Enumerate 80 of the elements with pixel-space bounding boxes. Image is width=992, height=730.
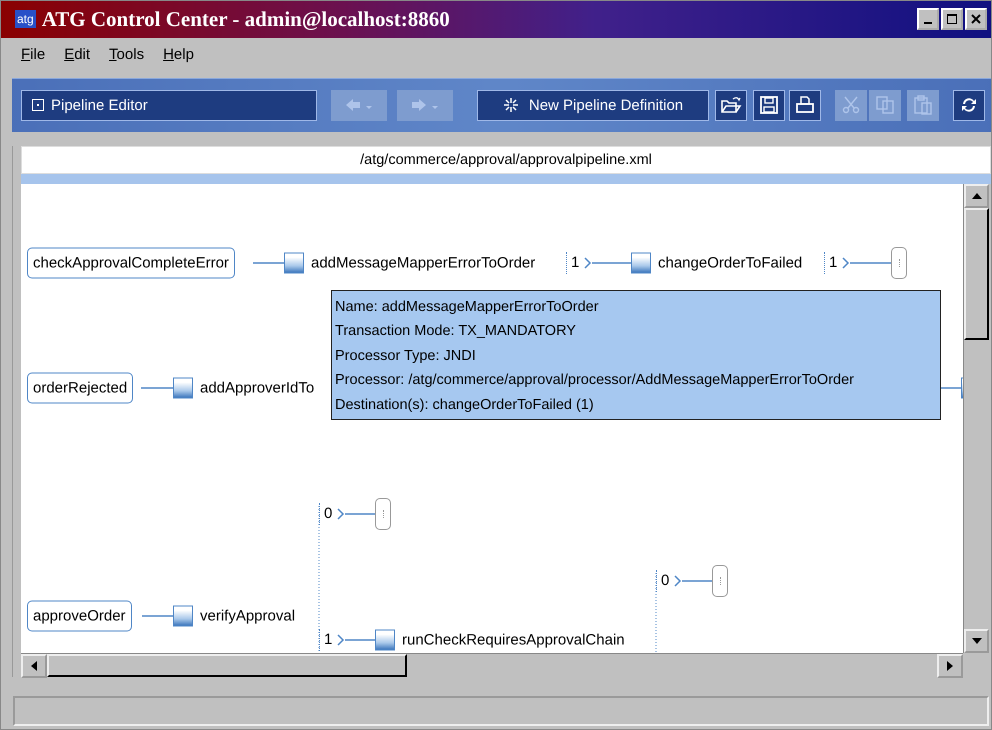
scroll-thumb[interactable] — [47, 654, 407, 677]
right-triangle-icon — [947, 660, 953, 671]
chevron-icon — [337, 634, 346, 646]
processor-icon[interactable] — [173, 377, 193, 398]
port-label: 1 — [571, 254, 580, 272]
menu-item[interactable]: File — [21, 46, 46, 63]
processor-icon[interactable] — [284, 252, 304, 274]
end-node[interactable] — [891, 246, 907, 279]
processor-label: verifyApproval — [200, 607, 296, 624]
chevron-icon — [842, 256, 850, 269]
connector-line — [682, 580, 712, 582]
sparkle-icon — [502, 97, 519, 114]
save-icon — [759, 95, 779, 116]
app-logo: atg — [15, 10, 36, 28]
connector-line — [141, 386, 173, 388]
connector-line — [345, 638, 375, 640]
scroll-thumb[interactable] — [964, 208, 989, 340]
up-triangle-icon — [972, 192, 982, 199]
folder-icon — [720, 95, 742, 116]
chain-node[interactable]: checkApprovalCompleteError — [27, 247, 235, 278]
tooltip-line: Processor: /atg/commerce/approval/processor/AddMessageMapperErrorToOrder — [335, 371, 855, 390]
maximize-icon — [946, 13, 958, 26]
connector-line — [142, 614, 173, 616]
connector-line — [253, 262, 284, 264]
new-pipeline-button[interactable]: New Pipeline Definition — [477, 90, 709, 121]
left-triangle-icon — [31, 660, 37, 671]
scroll-up-button[interactable] — [964, 184, 989, 208]
processor-icon[interactable] — [173, 605, 193, 626]
processor-label: addMessageMapperErrorToOrder — [311, 254, 536, 272]
down-triangle-icon — [972, 638, 982, 644]
chevron-icon — [337, 508, 346, 520]
processor-icon[interactable] — [375, 629, 395, 650]
chevron-icon — [674, 574, 682, 587]
module-icon — [32, 99, 44, 112]
chevron-icon — [584, 256, 592, 269]
connector-line — [345, 512, 375, 514]
open-button[interactable] — [715, 90, 747, 121]
menu-item[interactable]: Edit — [64, 46, 90, 63]
connector-line — [850, 262, 891, 264]
refresh-button[interactable] — [953, 90, 985, 121]
processor-label: addApproverIdTo — [200, 379, 314, 396]
close-button[interactable] — [965, 8, 987, 30]
tooltip-line: Name: addMessageMapperErrorToOrder — [335, 298, 600, 317]
print-button[interactable] — [789, 90, 821, 121]
end-node[interactable] — [375, 498, 391, 530]
scroll-left-button[interactable] — [21, 654, 47, 678]
processor-label: runCheckRequiresApprovalChain — [402, 631, 625, 648]
end-node[interactable] — [712, 564, 728, 597]
processor-icon[interactable] — [631, 252, 651, 274]
horizontal-scrollbar[interactable] — [21, 652, 963, 677]
module-selector[interactable]: Pipeline Editor — [21, 90, 317, 121]
copy-icon — [875, 95, 895, 116]
port-label: 0 — [661, 572, 670, 590]
port-label: 1 — [324, 631, 332, 648]
menu-item[interactable]: Tools — [109, 46, 144, 63]
save-button[interactable] — [753, 90, 785, 121]
minimize-icon — [924, 22, 932, 24]
vertical-scrollbar[interactable] — [963, 184, 989, 653]
port-label: 0 — [324, 505, 332, 522]
scroll-right-button[interactable] — [937, 654, 963, 678]
close-icon — [970, 13, 982, 26]
chain-node[interactable]: approveOrder — [27, 600, 132, 632]
maximize-button[interactable] — [941, 8, 963, 30]
tooltip-line: Transaction Mode: TX_MANDATORY — [335, 322, 577, 342]
tooltip-line: Processor Type: JNDI — [335, 346, 477, 366]
processor-label: changeOrderToFailed — [658, 254, 802, 272]
minimize-button[interactable] — [917, 8, 939, 30]
forward-arrow-icon — [410, 97, 440, 114]
print-icon — [795, 95, 815, 116]
paste-icon — [913, 95, 933, 116]
tooltip-line: Destination(s): changeOrderToFailed (1) — [335, 396, 595, 415]
connector-line — [592, 262, 631, 264]
back-arrow-icon — [344, 97, 374, 114]
menu-item[interactable]: Help — [163, 46, 194, 63]
chain-node[interactable]: orderRejected — [27, 372, 134, 404]
scroll-down-button[interactable] — [964, 628, 989, 653]
window-title: ATG Control Center - admin@localhost:8860 — [42, 6, 451, 32]
port-label: 1 — [829, 254, 838, 272]
file-path: /atg/commerce/approval/approvalpipeline.xml — [360, 152, 652, 168]
scissors-icon — [841, 95, 861, 116]
